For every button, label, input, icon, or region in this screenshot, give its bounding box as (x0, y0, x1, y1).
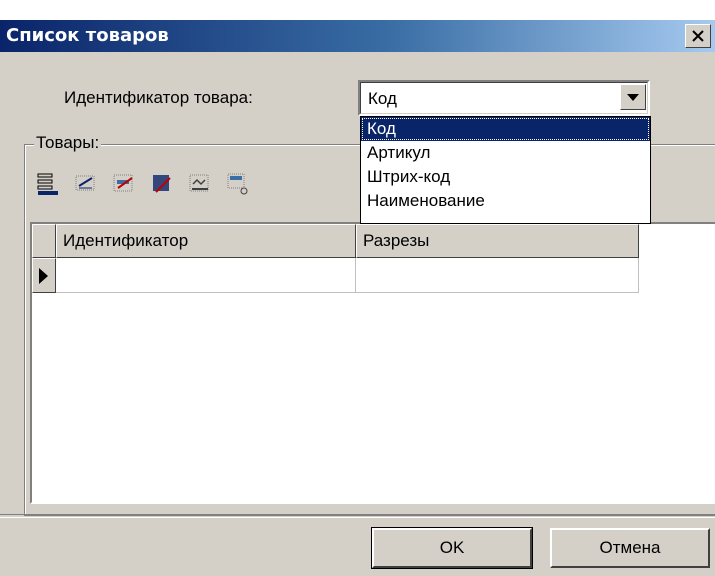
close-icon (692, 30, 704, 42)
column-header-cuts-label: Разрезы (363, 231, 430, 250)
window-title: Список товаров (6, 25, 169, 46)
dropdown-option-barcode[interactable]: Штрих-код (361, 165, 650, 189)
identifier-label: Идентификатор товара: (64, 88, 253, 107)
cancel-button[interactable]: Отмена (550, 528, 710, 568)
cell-identifier[interactable] (56, 258, 356, 293)
ok-button[interactable]: OK (371, 527, 533, 569)
grid-corner (32, 224, 56, 258)
delete-row-icon[interactable] (112, 172, 136, 196)
import-icon[interactable] (226, 172, 250, 196)
grid-toolbar (36, 172, 250, 208)
close-button[interactable] (685, 24, 711, 48)
goods-group-label: Товары: (34, 133, 102, 153)
column-header-identifier[interactable]: Идентификатор (56, 224, 356, 258)
dialog-window: Список товаров Идентификатор товара: Код… (0, 0, 715, 576)
goods-grid[interactable]: Идентификатор Разрезы (30, 222, 715, 504)
identifier-select[interactable]: Код (358, 80, 650, 116)
cell-cuts[interactable] (356, 258, 639, 293)
edit-row-icon[interactable] (74, 172, 98, 196)
identifier-dropdown-list[interactable]: Код Артикул Штрих-код Наименование (360, 116, 651, 224)
dropdown-option-name[interactable]: Наименование (361, 189, 650, 213)
delete-all-icon[interactable] (150, 172, 174, 196)
column-header-cuts[interactable]: Разрезы (356, 224, 639, 258)
add-row-icon[interactable] (36, 172, 60, 196)
title-bar[interactable]: Список товаров (0, 20, 715, 52)
dropdown-option-artikul[interactable]: Артикул (361, 141, 650, 165)
dropdown-button[interactable] (620, 84, 646, 110)
row-indicator[interactable] (32, 258, 56, 293)
column-header-identifier-label: Идентификатор (63, 231, 189, 250)
identifier-select-frame (360, 82, 648, 114)
screen-top-band (0, 0, 715, 20)
select-icon[interactable] (188, 172, 212, 196)
identifier-select-value: Код (368, 89, 397, 108)
current-row-icon (39, 268, 48, 284)
dropdown-option-kod[interactable]: Код (361, 117, 650, 141)
chevron-down-icon (627, 93, 639, 101)
button-separator (0, 514, 715, 518)
